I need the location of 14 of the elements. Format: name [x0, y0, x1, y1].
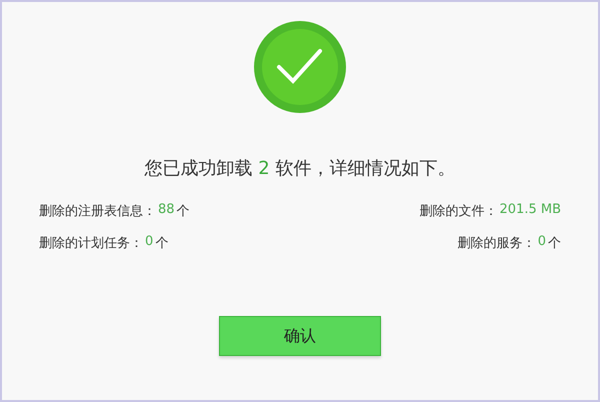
stat-unit: 个 [176, 203, 190, 220]
stat-value: 0 [145, 234, 154, 251]
stat-value: 88 [158, 202, 175, 219]
stat-unit: 个 [155, 235, 168, 252]
stat-value: 0 [538, 234, 546, 251]
stat-label: 删除的计划任务： [39, 235, 143, 252]
stat-label: 删除的文件： [420, 203, 498, 220]
confirm-button[interactable]: 确认 [219, 316, 381, 356]
success-check-icon [253, 20, 347, 114]
stat-label: 删除的注册表信息： [39, 203, 156, 220]
stat-label: 删除的服务： [458, 235, 536, 252]
stat-value: 201.5 MB [500, 202, 561, 219]
stat-unit: 个 [548, 235, 561, 252]
result-message: 您已成功卸载 2 软件，详细情况如下。 [144, 157, 456, 180]
